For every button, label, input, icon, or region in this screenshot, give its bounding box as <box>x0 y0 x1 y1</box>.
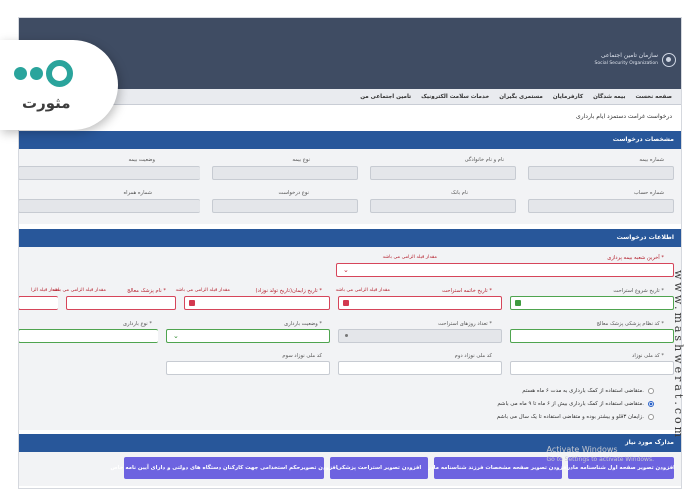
field-label: تعداد روزهای استراحت * <box>438 321 492 327</box>
spinner-icon <box>345 334 348 337</box>
upload-medical-rest-button[interactable]: افزودن تصویر استراحت پزشکی <box>330 457 428 479</box>
main-nav: صفحه نخست بیمه شدگان کارفرمایان مستمری ب… <box>18 89 682 105</box>
field-label: شماره حساب <box>633 190 664 196</box>
upload-child-details-button[interactable]: افزودن تصویر صفحه مشخصات فرزند شناسنامه … <box>428 457 568 479</box>
nav-item-home[interactable]: صفحه نخست <box>635 94 672 100</box>
second-newborn-id-field[interactable] <box>338 361 502 375</box>
watermark-line2: Go to Settings to activate Windows. <box>546 456 654 463</box>
logo-wordmark: مثورت <box>22 94 71 112</box>
nav-item-insured[interactable]: بیمه شدگان <box>593 94 625 100</box>
field-error: مقدار فیلد الزامی می باشد <box>175 288 230 293</box>
calendar-icon[interactable] <box>189 300 195 306</box>
delivery-date-field[interactable] <box>184 296 330 310</box>
insurance-type-field[interactable] <box>212 166 358 180</box>
org-name-fa: سازمان تامین اجتماعی <box>600 52 658 59</box>
side-url: www.mashwerat.com <box>672 100 700 440</box>
third-newborn-id-field[interactable] <box>166 361 330 375</box>
field-label: کد نظام پزشکی پزشک معالج * <box>596 321 664 327</box>
medical-code-field[interactable] <box>510 329 674 343</box>
insurance-status-field[interactable] <box>18 166 200 180</box>
field-label: تاریخ زایمان(تاریخ تولد نوزاد) * <box>255 288 322 294</box>
upload-employment-order-button[interactable]: افزودن تصویرحکم استخدامی جهت کارکنان دست… <box>110 457 338 479</box>
field-label: وضعیت بیمه <box>128 157 155 163</box>
field-label: نام پزشک معالج * <box>127 288 166 294</box>
site-logo[interactable]: مثورت <box>0 40 118 130</box>
bank-name-field[interactable] <box>370 199 516 213</box>
option-label: زایمان ۳قلو و بیشتر بوده و متقاضی استفاد… <box>496 414 644 420</box>
extra-required-field[interactable] <box>18 296 58 310</box>
calendar-icon[interactable] <box>515 300 521 306</box>
option-label: متقاضی استفاده از کمک بارداری به مدت ۶ م… <box>522 388 644 394</box>
option-label: متقاضی استفاده از کمک بارداری بیش از ۶ م… <box>497 401 644 407</box>
page-title: درخواست غرامت دستمزد ایام بارداری <box>576 113 672 120</box>
option-row[interactable]: زایمان ۳قلو و بیشتر بوده و متقاضی استفاد… <box>497 414 654 420</box>
field-label: نوع درخواست <box>278 190 309 196</box>
field-label: نوع بیمه <box>292 157 310 163</box>
nav-item-e-health[interactable]: خدمات سلامت الکترونیک <box>421 94 489 100</box>
newborn-id-field[interactable] <box>510 361 674 375</box>
watermark-line1: Activate Windows <box>546 445 618 454</box>
rest-start-date-field[interactable] <box>510 296 674 310</box>
nav-item-pensioners[interactable]: مستمری بگیران <box>499 94 543 100</box>
pregnancy-status-select[interactable]: ⌄ <box>166 329 330 343</box>
field-label: کد ملی نوزاد سوم <box>282 353 322 359</box>
last-branch-select[interactable]: ⌄ <box>336 263 674 277</box>
field-label: آخرین شعبه بیمه پردازی * <box>607 255 664 261</box>
radio-button[interactable] <box>648 388 654 394</box>
chevron-down-icon: ⌄ <box>173 332 179 340</box>
rest-end-date-field[interactable] <box>338 296 502 310</box>
field-label: تاریخ خاتمه استراحت * <box>442 288 492 294</box>
physician-name-field[interactable] <box>66 296 176 310</box>
option-row[interactable]: متقاضی استفاده از کمک بارداری بیش از ۶ م… <box>497 401 654 407</box>
field-label: شماره بیمه <box>639 157 664 163</box>
field-error: مقدار فیلد الزا <box>31 288 60 293</box>
nav-item-employers[interactable]: کارفرمایان <box>553 94 583 100</box>
pregnancy-type-select[interactable] <box>18 329 158 343</box>
field-label: وضعیت بارداری * <box>284 321 322 327</box>
org-emblem-icon <box>662 53 676 67</box>
section-header-request-info: اطلاعات درخواست <box>18 229 682 247</box>
field-label: نام بانک <box>451 190 468 196</box>
field-label: نام و نام خانوادگی <box>464 157 504 163</box>
field-error: مقدار فیلد الزامی می باشد <box>382 255 437 260</box>
side-url-text: www.mashwerat.com <box>672 270 685 441</box>
account-number-field[interactable] <box>528 199 674 213</box>
field-label: شماره همراه <box>123 190 152 196</box>
request-type-field[interactable] <box>212 199 358 213</box>
chevron-down-icon: ⌄ <box>343 266 349 274</box>
nav-item-my-ss[interactable]: تامین اجتماعی من <box>360 94 411 100</box>
field-label: تاریخ شروع استراحت * <box>613 288 664 294</box>
mobile-number-field[interactable] <box>18 199 200 213</box>
request-info-panel: آخرین شعبه بیمه پردازی * ⌄ مقدار فیلد ال… <box>18 247 682 430</box>
logo-mark-icon <box>14 60 73 87</box>
radio-button[interactable] <box>648 414 654 420</box>
field-label: کد ملی نوزاد * <box>632 353 664 359</box>
field-label: نوع بارداری * <box>123 321 152 327</box>
org-name-en: Social Security Organization <box>594 61 658 66</box>
insurance-number-field[interactable] <box>528 166 674 180</box>
section-header-request-details: مشخصات درخواست <box>18 131 682 149</box>
full-name-field[interactable] <box>370 166 516 180</box>
field-label: کد ملی نوزاد دوم <box>454 353 492 359</box>
page: سازمان تامین اجتماعی Social Security Org… <box>0 0 700 500</box>
rest-days-field[interactable] <box>338 329 502 343</box>
radio-button[interactable] <box>648 401 654 407</box>
option-row[interactable]: متقاضی استفاده از کمک بارداری به مدت ۶ م… <box>522 388 654 394</box>
page-title-bar: درخواست غرامت دستمزد ایام بارداری <box>18 106 682 128</box>
org-name: سازمان تامین اجتماعی Social Security Org… <box>595 52 658 68</box>
field-error: مقدار فیلد الزامی می باشد <box>335 288 390 293</box>
calendar-icon[interactable] <box>343 300 349 306</box>
org-logo[interactable]: سازمان تامین اجتماعی Social Security Org… <box>595 52 676 68</box>
request-details-panel: شماره بیمه نام و نام خانوادگی نوع بیمه و… <box>18 149 682 224</box>
windows-activation-watermark: Activate Windows Go to Settings to activ… <box>547 445 654 464</box>
